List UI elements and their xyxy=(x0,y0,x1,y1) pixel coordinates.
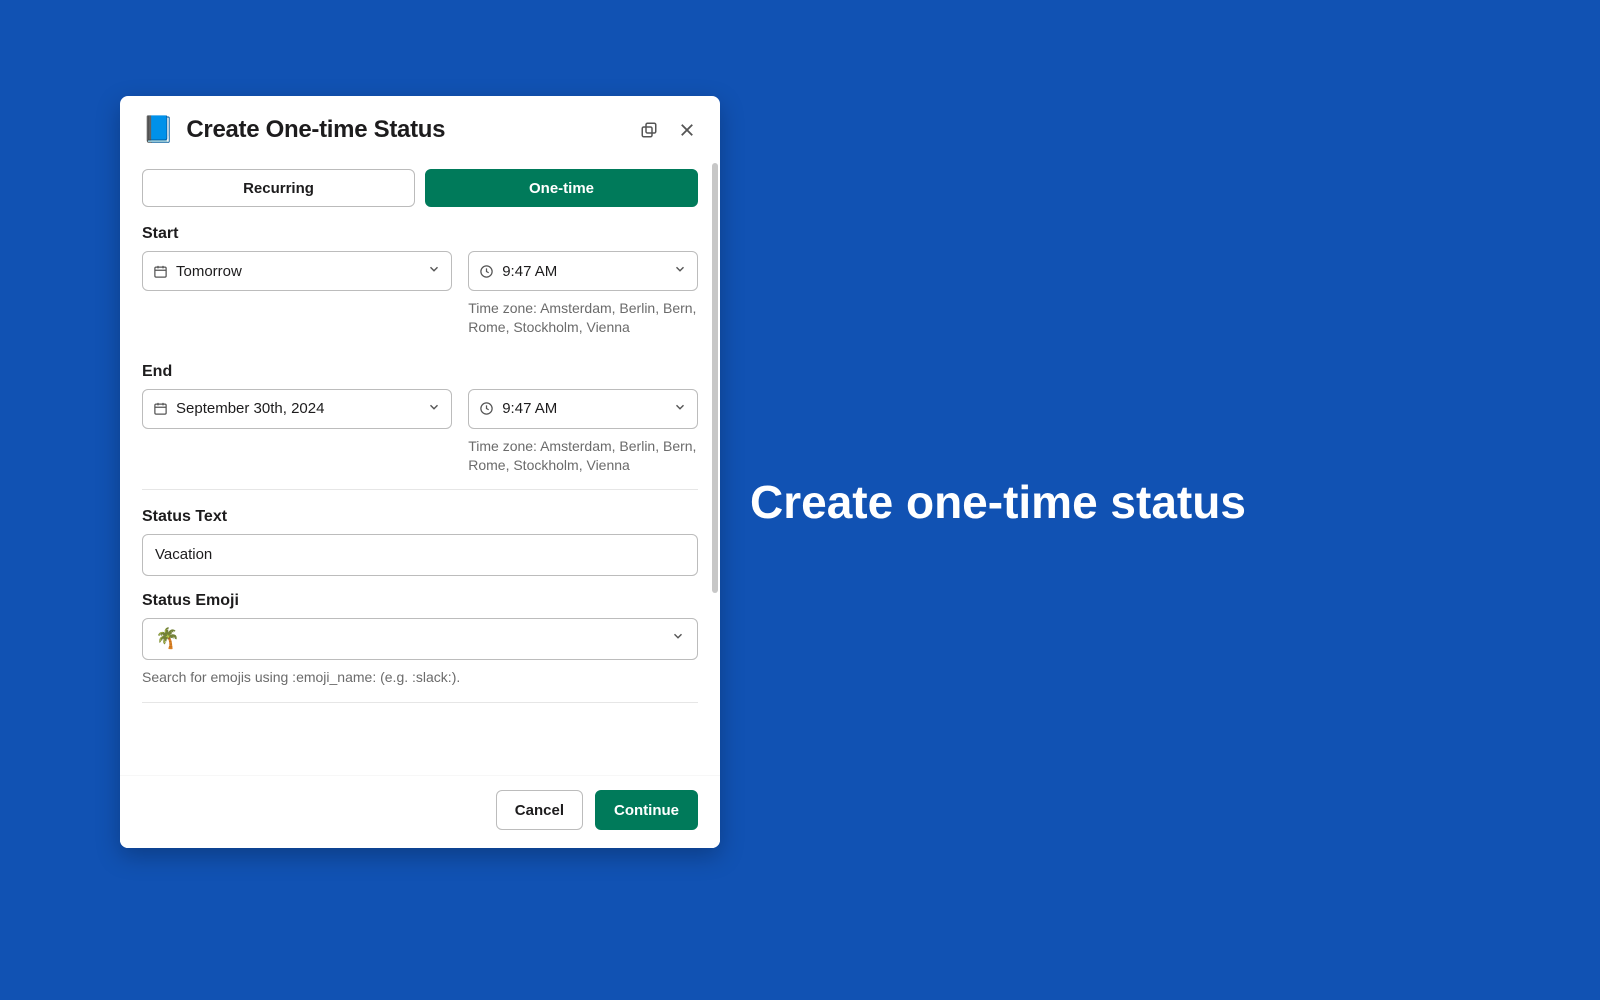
start-date-select[interactable]: Tomorrow xyxy=(142,251,452,291)
clock-icon xyxy=(479,401,494,416)
tab-recurring[interactable]: Recurring xyxy=(142,169,415,207)
end-date-value: September 30th, 2024 xyxy=(176,400,427,417)
start-time-select[interactable]: 9:47 AM xyxy=(468,251,698,291)
scrollbar[interactable] xyxy=(712,163,718,593)
calendar-icon xyxy=(153,401,168,416)
status-emoji-select[interactable]: 🌴 xyxy=(142,618,698,660)
end-time-select[interactable]: 9:47 AM xyxy=(468,389,698,429)
modal-footer: Cancel Continue xyxy=(120,775,720,848)
chevron-down-icon xyxy=(673,400,687,418)
end-label: End xyxy=(142,363,698,381)
status-text-input[interactable] xyxy=(142,534,698,576)
start-timezone: Time zone: Amsterdam, Berlin, Bern, Rome… xyxy=(468,299,698,337)
status-emoji-label: Status Emoji xyxy=(142,592,698,610)
start-date-value: Tomorrow xyxy=(176,263,427,280)
start-label: Start xyxy=(142,225,698,243)
cancel-button[interactable]: Cancel xyxy=(496,790,583,830)
calendar-icon xyxy=(153,264,168,279)
modal-body: Recurring One-time Start Tomorrow xyxy=(120,155,720,775)
tab-onetime[interactable]: One-time xyxy=(425,169,698,207)
clock-icon xyxy=(479,264,494,279)
divider xyxy=(142,489,698,490)
chevron-down-icon xyxy=(427,400,441,418)
chevron-down-icon xyxy=(427,262,441,280)
page-caption: Create one-time status xyxy=(750,475,1246,529)
end-timezone: Time zone: Amsterdam, Berlin, Bern, Rome… xyxy=(468,437,698,475)
close-icon[interactable] xyxy=(676,119,698,141)
start-time-value: 9:47 AM xyxy=(502,263,673,280)
chevron-down-icon xyxy=(671,629,685,648)
end-row: September 30th, 2024 9:47 AM Time zo xyxy=(142,389,698,475)
modal-title: Create One-time Status xyxy=(186,116,638,144)
popout-icon[interactable] xyxy=(638,119,660,141)
status-emoji-helper: Search for emojis using :emoji_name: (e.… xyxy=(142,668,698,687)
status-emoji-value: 🌴 xyxy=(155,626,671,651)
app-icon: 📘 xyxy=(142,114,174,145)
chevron-down-icon xyxy=(673,262,687,280)
continue-button[interactable]: Continue xyxy=(595,790,698,830)
end-date-select[interactable]: September 30th, 2024 xyxy=(142,389,452,429)
tab-row: Recurring One-time xyxy=(142,169,698,207)
start-row: Tomorrow 9:47 AM Time zone: Amsterda xyxy=(142,251,698,337)
divider xyxy=(142,702,698,703)
modal-header: 📘 Create One-time Status xyxy=(120,96,720,155)
status-text-label: Status Text xyxy=(142,508,698,526)
create-status-modal: 📘 Create One-time Status Recurring One-t… xyxy=(120,96,720,848)
end-time-value: 9:47 AM xyxy=(502,400,673,417)
header-actions xyxy=(638,119,698,141)
